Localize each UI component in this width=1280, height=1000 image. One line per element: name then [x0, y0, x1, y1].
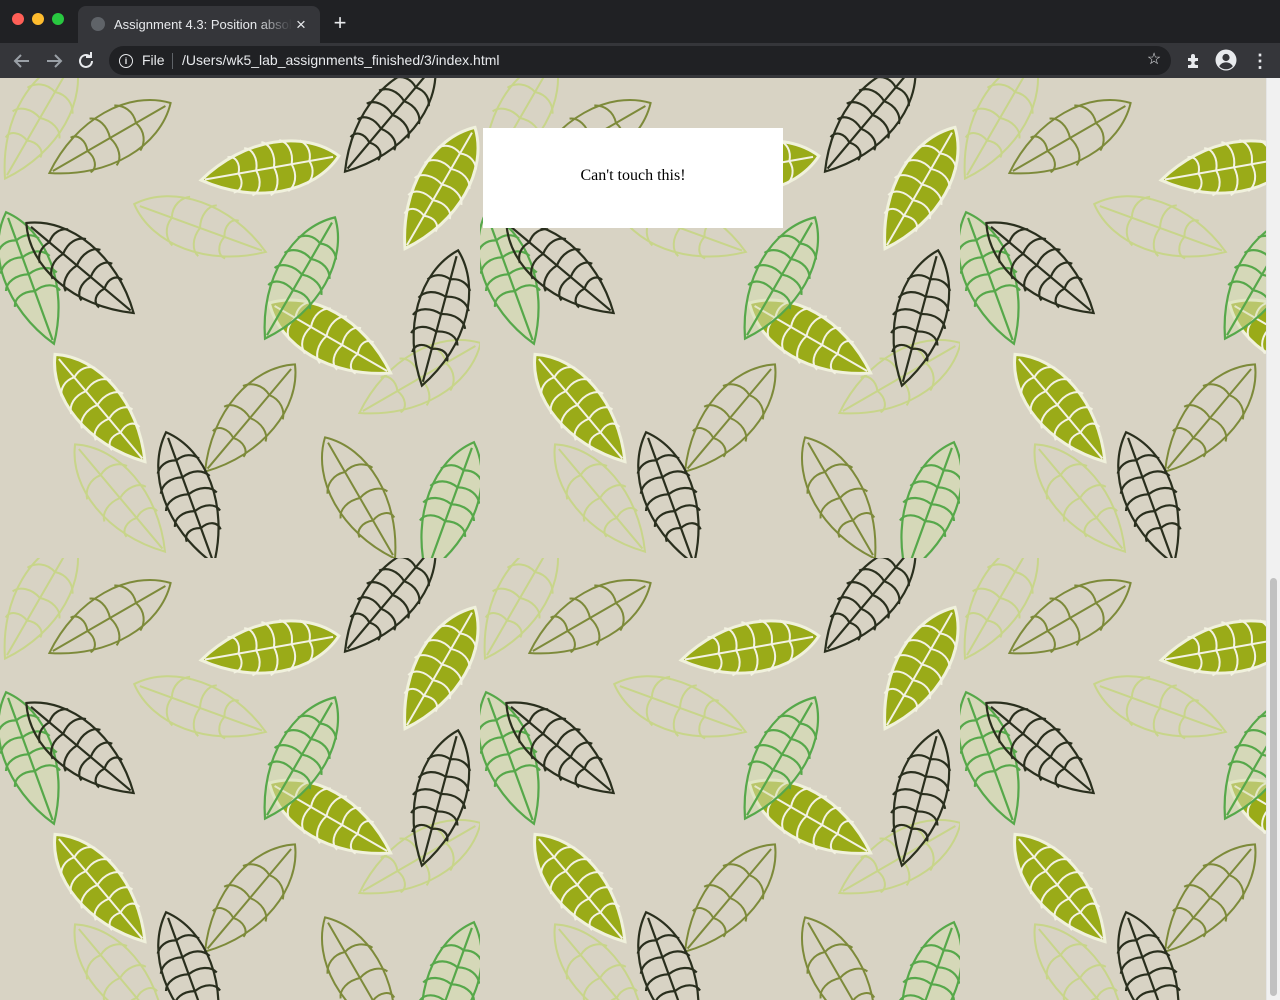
address-bar[interactable]: i File /Users/wk5_lab_assignments_finish… — [109, 46, 1171, 75]
zoom-window-button[interactable] — [52, 13, 64, 25]
browser-toolbar: i File /Users/wk5_lab_assignments_finish… — [0, 43, 1280, 78]
globe-icon — [91, 17, 105, 31]
scrollbar-thumb[interactable] — [1270, 578, 1277, 996]
close-icon[interactable]: × — [292, 16, 310, 34]
profile-icon[interactable] — [1215, 49, 1237, 71]
address-divider — [172, 53, 173, 69]
close-window-button[interactable] — [12, 13, 24, 25]
browser-tab[interactable]: Assignment 4.3: Position absolute × — [78, 6, 320, 43]
plus-icon[interactable]: + — [330, 12, 350, 34]
puzzle-icon[interactable] — [1184, 51, 1204, 71]
browser-titlebar: Assignment 4.3: Position absolute × + — [0, 0, 1280, 43]
absolute-positioned-box: Can't touch this! — [483, 128, 783, 228]
star-icon[interactable]: ☆ — [1145, 51, 1163, 69]
page-viewport: Can't touch this! — [0, 78, 1266, 1000]
reload-icon[interactable] — [74, 49, 98, 73]
arrow-right-icon[interactable] — [42, 49, 66, 73]
tab-title: Assignment 4.3: Position absolute — [114, 17, 292, 32]
arrow-left-icon[interactable] — [10, 49, 34, 73]
page-scrollbar[interactable] — [1266, 78, 1280, 1000]
minimize-window-button[interactable] — [32, 13, 44, 25]
address-scheme-label: File — [142, 52, 165, 68]
box-text: Can't touch this! — [580, 167, 686, 184]
address-url[interactable]: /Users/wk5_lab_assignments_finished/3/in… — [182, 52, 500, 69]
kebab-menu-icon[interactable]: ⋮ — [1250, 51, 1270, 71]
info-icon[interactable]: i — [119, 54, 133, 68]
